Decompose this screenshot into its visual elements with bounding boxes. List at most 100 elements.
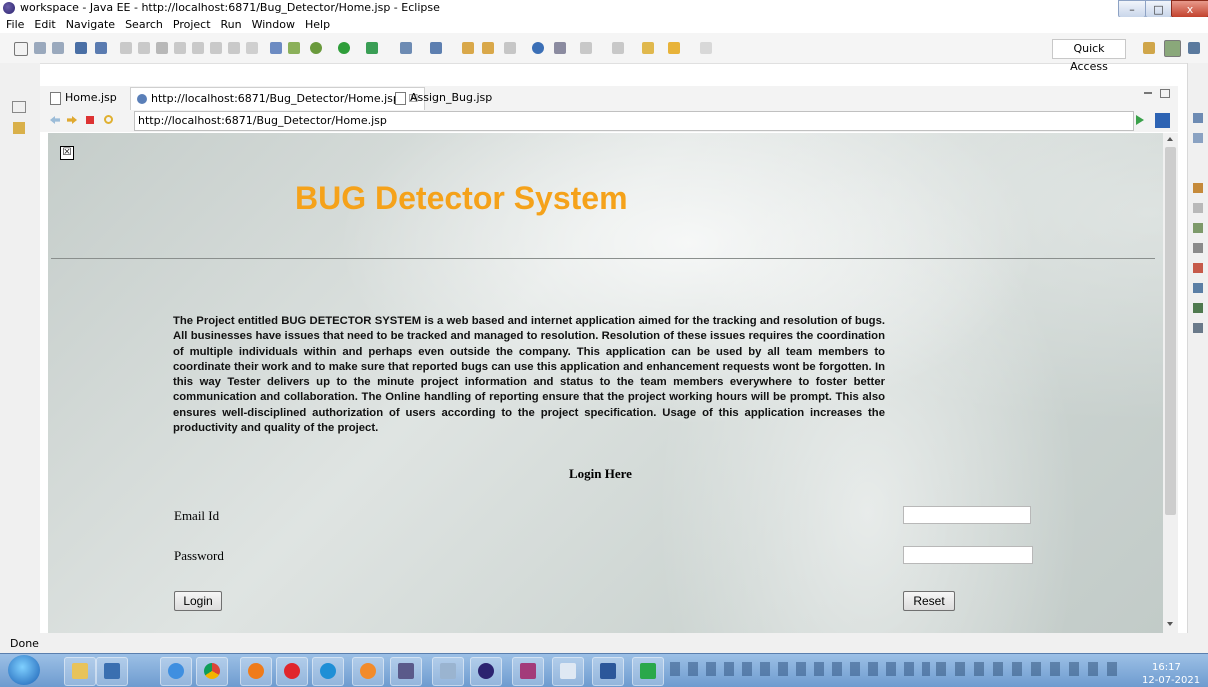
menu-run[interactable]: Run bbox=[221, 18, 242, 31]
menu-search[interactable]: Search bbox=[125, 18, 163, 31]
step-over-icon[interactable] bbox=[210, 42, 222, 54]
servers-icon[interactable] bbox=[1193, 223, 1203, 233]
markers-icon[interactable] bbox=[1193, 183, 1203, 193]
tab-home-jsp[interactable]: Home.jsp bbox=[44, 87, 123, 109]
open-task-icon[interactable] bbox=[270, 42, 282, 54]
url-input[interactable]: http://localhost:6871/Bug_Detector/Home.… bbox=[134, 111, 1134, 131]
open-file-icon[interactable] bbox=[482, 42, 494, 54]
project-explorer-icon[interactable] bbox=[13, 122, 25, 134]
java-ee-perspective-icon[interactable] bbox=[1164, 40, 1181, 57]
system-tray bbox=[936, 662, 1122, 676]
open-folder-icon[interactable] bbox=[462, 42, 474, 54]
ie-icon[interactable] bbox=[160, 657, 192, 686]
eclipse-taskbar-icon[interactable] bbox=[470, 657, 502, 686]
menu-file[interactable]: File bbox=[6, 18, 24, 31]
menu-edit[interactable]: Edit bbox=[34, 18, 55, 31]
restore-icon[interactable] bbox=[12, 101, 26, 113]
snippets-icon[interactable] bbox=[1193, 263, 1203, 273]
new-java-project-icon[interactable] bbox=[430, 42, 442, 54]
clock-time[interactable]: 16:17 bbox=[1152, 662, 1181, 673]
maximize-view-icon[interactable] bbox=[1160, 89, 1170, 98]
password-field[interactable] bbox=[903, 546, 1033, 564]
step-into-icon[interactable] bbox=[192, 42, 204, 54]
refresh-icon[interactable] bbox=[104, 115, 113, 124]
word-icon[interactable] bbox=[592, 657, 624, 686]
opera-icon[interactable] bbox=[276, 657, 308, 686]
problems-icon[interactable] bbox=[1193, 283, 1203, 293]
outline-icon[interactable] bbox=[1193, 113, 1203, 123]
minimize-view-icon[interactable] bbox=[1144, 92, 1152, 94]
media-icon[interactable] bbox=[96, 657, 128, 686]
terminate-icon[interactable] bbox=[156, 42, 168, 54]
open-type-icon[interactable] bbox=[288, 42, 300, 54]
last-edit-icon[interactable] bbox=[642, 42, 654, 54]
save-icon[interactable] bbox=[34, 42, 46, 54]
quick-access-field[interactable]: Quick Access bbox=[1052, 39, 1126, 73]
progress-icon[interactable] bbox=[1193, 323, 1203, 333]
step-return-icon[interactable] bbox=[228, 42, 240, 54]
email-field[interactable] bbox=[903, 506, 1031, 524]
scroll-down-icon[interactable] bbox=[1167, 622, 1173, 626]
back-arrow-icon[interactable] bbox=[50, 116, 60, 124]
console-icon[interactable] bbox=[1193, 303, 1203, 313]
coverage-icon[interactable] bbox=[366, 42, 378, 54]
login-button[interactable]: Login bbox=[174, 591, 222, 611]
globe-icon bbox=[137, 94, 147, 104]
search-icon[interactable] bbox=[554, 42, 566, 54]
edge-icon[interactable] bbox=[312, 657, 344, 686]
broken-image-icon: ☒ bbox=[60, 146, 74, 160]
chrome-icon[interactable] bbox=[196, 657, 228, 686]
pen-icon[interactable] bbox=[504, 42, 516, 54]
properties-icon[interactable] bbox=[1193, 203, 1203, 213]
debug-icon[interactable] bbox=[310, 42, 322, 54]
suspend-icon[interactable] bbox=[138, 42, 150, 54]
go-icon[interactable] bbox=[1136, 115, 1144, 125]
data-source-icon[interactable] bbox=[1193, 243, 1203, 253]
email-label: Email Id bbox=[174, 508, 220, 523]
menu-navigate[interactable]: Navigate bbox=[66, 18, 115, 31]
clock-date[interactable]: 12-07-2021 bbox=[1142, 675, 1200, 686]
external-tools-icon[interactable] bbox=[400, 42, 412, 54]
save-all-icon[interactable] bbox=[52, 42, 64, 54]
firefox-icon[interactable] bbox=[240, 657, 272, 686]
new-icon[interactable] bbox=[14, 42, 28, 56]
reset-button[interactable]: Reset bbox=[903, 591, 955, 611]
close-button[interactable]: x bbox=[1171, 0, 1208, 18]
menu-window[interactable]: Window bbox=[252, 18, 295, 31]
tab-browser[interactable]: http://localhost:6871/Bug_Detector/Home.… bbox=[130, 87, 426, 110]
forward-icon[interactable] bbox=[700, 42, 712, 54]
resume-icon[interactable] bbox=[120, 42, 132, 54]
next-annotation-icon[interactable] bbox=[580, 42, 592, 54]
terminal-icon[interactable] bbox=[75, 42, 87, 54]
task-list-icon[interactable] bbox=[1193, 133, 1203, 143]
snipping-tool-icon[interactable] bbox=[432, 657, 464, 686]
scrollbar-thumb[interactable] bbox=[1165, 147, 1176, 515]
run-icon[interactable] bbox=[338, 42, 350, 54]
open-perspective-icon[interactable] bbox=[1143, 42, 1155, 54]
ftp-icon[interactable] bbox=[632, 657, 664, 686]
winrar-icon[interactable] bbox=[512, 657, 544, 686]
java-app-icon[interactable] bbox=[390, 657, 422, 686]
window-title-bar[interactable]: workspace - Java EE - http://localhost:6… bbox=[0, 0, 1208, 18]
window-title: workspace - Java EE - http://localhost:6… bbox=[20, 1, 440, 14]
maximize-button[interactable]: □ bbox=[1145, 0, 1172, 18]
back-icon[interactable] bbox=[668, 42, 680, 54]
step-filter-icon[interactable] bbox=[246, 42, 258, 54]
start-button[interactable] bbox=[8, 655, 40, 685]
prev-annotation-icon[interactable] bbox=[612, 42, 624, 54]
stop-icon[interactable] bbox=[86, 116, 94, 124]
open-external-icon[interactable] bbox=[1155, 113, 1170, 128]
explorer-icon[interactable] bbox=[64, 657, 96, 686]
tab-assign-bug-jsp[interactable]: Assign_Bug.jsp bbox=[389, 87, 498, 109]
app-icon[interactable] bbox=[352, 657, 384, 686]
debug-perspective-icon[interactable] bbox=[1188, 42, 1200, 54]
globe-icon[interactable] bbox=[532, 42, 544, 54]
menu-help[interactable]: Help bbox=[305, 18, 330, 31]
menu-project[interactable]: Project bbox=[173, 18, 211, 31]
minimize-button[interactable]: – bbox=[1118, 0, 1146, 18]
scroll-up-icon[interactable] bbox=[1167, 137, 1173, 141]
disconnect-icon[interactable] bbox=[174, 42, 186, 54]
skip-breakpoints-icon[interactable] bbox=[95, 42, 107, 54]
notepad-icon[interactable] bbox=[552, 657, 584, 686]
forward-arrow-icon[interactable] bbox=[67, 116, 77, 124]
